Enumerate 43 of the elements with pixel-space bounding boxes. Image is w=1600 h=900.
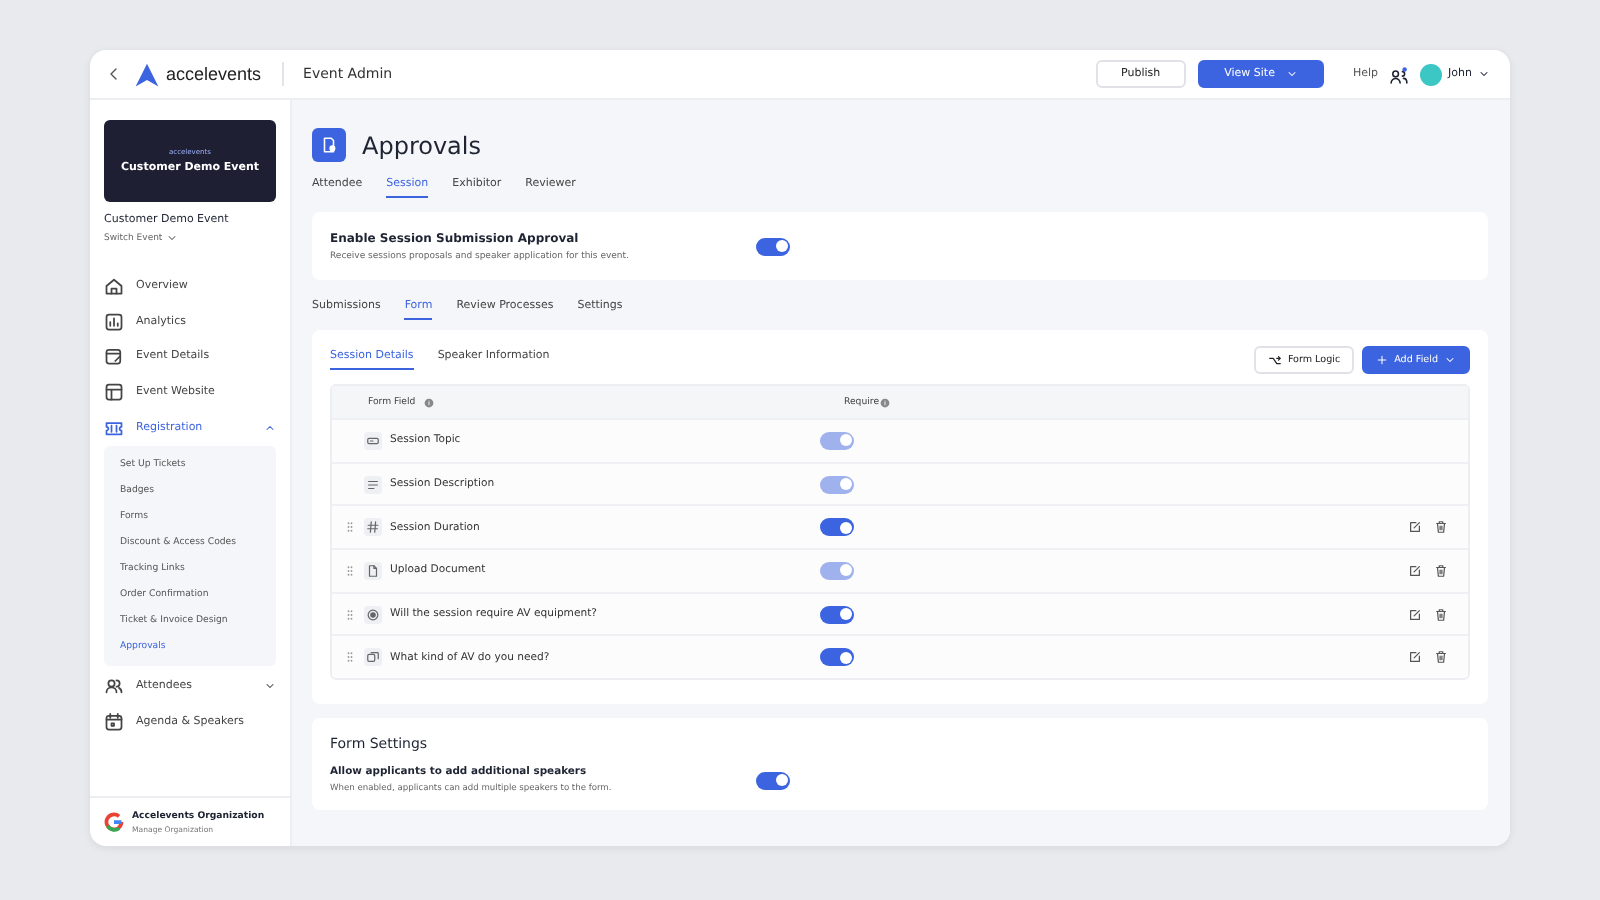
file-icon bbox=[366, 563, 380, 578]
trash-icon bbox=[1434, 520, 1448, 535]
checkboxes-icon bbox=[366, 650, 380, 665]
edit-icon bbox=[1408, 650, 1422, 665]
toggle-switch[interactable] bbox=[756, 771, 790, 790]
logo-icon bbox=[134, 61, 160, 87]
chevron-down-icon bbox=[264, 680, 276, 693]
calendar-edit-icon bbox=[104, 346, 124, 367]
radio-icon bbox=[366, 607, 380, 622]
toggle-switch[interactable] bbox=[756, 237, 790, 255]
trash-icon bbox=[1434, 607, 1448, 622]
require-toggle[interactable] bbox=[820, 648, 854, 667]
paragraph-icon bbox=[366, 477, 380, 492]
home-icon bbox=[104, 275, 124, 296]
back-icon bbox=[106, 66, 122, 82]
info-icon bbox=[423, 397, 434, 407]
edit-icon bbox=[1408, 563, 1422, 578]
org-logo-icon bbox=[104, 812, 124, 832]
plus-icon bbox=[1376, 354, 1389, 366]
page-title: Approvals bbox=[362, 131, 481, 159]
edit-icon bbox=[1408, 520, 1422, 535]
edit-icon bbox=[1408, 607, 1422, 622]
chevron-down-icon bbox=[1286, 68, 1299, 80]
people-icon bbox=[104, 676, 124, 697]
info-icon bbox=[879, 397, 890, 407]
branch-icon bbox=[1267, 353, 1282, 367]
ticket-icon bbox=[104, 417, 124, 438]
chevron-down-icon bbox=[1444, 354, 1456, 366]
calendar-icon bbox=[104, 711, 124, 732]
trash-icon bbox=[1434, 650, 1448, 665]
people-icon bbox=[1390, 65, 1409, 83]
text-field-icon bbox=[366, 433, 380, 448]
hash-icon bbox=[366, 520, 380, 535]
chart-icon bbox=[104, 311, 124, 332]
brand-name: accelevents bbox=[166, 64, 262, 84]
trash-icon bbox=[1434, 563, 1448, 578]
require-toggle[interactable] bbox=[820, 518, 854, 537]
chevron-down-icon bbox=[1478, 68, 1490, 80]
chevron-up-icon bbox=[264, 421, 276, 434]
browser-icon bbox=[104, 381, 124, 402]
chevron-down-icon bbox=[166, 232, 179, 244]
require-toggle[interactable] bbox=[820, 605, 854, 624]
doc-icon bbox=[320, 136, 338, 154]
